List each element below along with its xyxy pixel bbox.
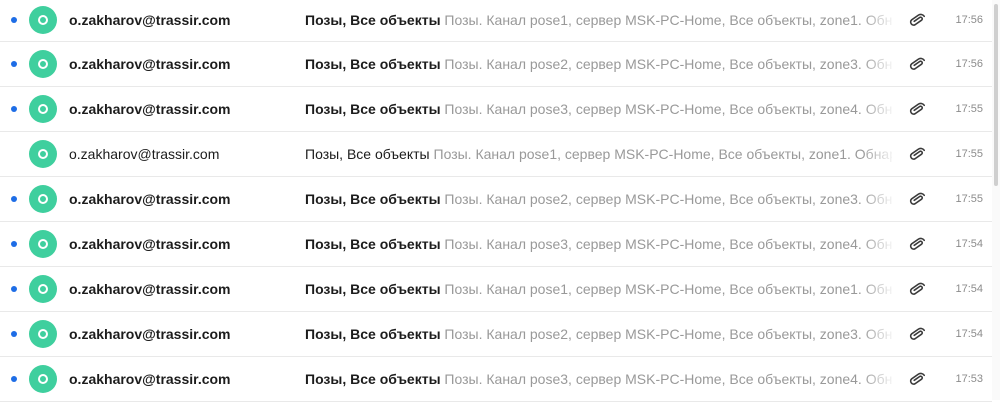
- message-snippet: Позы. Канал pose3, сервер MSK-PC-Home, В…: [444, 101, 892, 117]
- subject-line: Позы, Все объекты Позы. Канал pose3, сер…: [305, 371, 892, 387]
- avatar: [29, 320, 57, 348]
- message-row[interactable]: o.zakharov@trassir.com Позы, Все объекты…: [0, 357, 992, 402]
- unread-indicator[interactable]: [11, 196, 17, 202]
- message-snippet: Позы. Канал pose3, сервер MSK-PC-Home, В…: [444, 371, 892, 387]
- paperclip-icon: [909, 13, 925, 26]
- message-snippet: Позы. Канал pose1, сервер MSK-PC-Home, В…: [433, 146, 893, 162]
- avatar: [29, 230, 57, 258]
- snippet-fade: [862, 267, 896, 311]
- message-list: o.zakharov@trassir.com Позы, Все объекты…: [0, 0, 992, 402]
- message-row[interactable]: o.zakharov@trassir.com Позы, Все объекты…: [0, 177, 992, 222]
- message-subject: Позы, Все объекты: [305, 146, 430, 162]
- message-subject: Позы, Все объекты: [305, 11, 441, 28]
- subject-line: Позы, Все объекты Позы. Канал pose2, сер…: [305, 326, 892, 342]
- subject-line: Позы, Все объекты Позы. Канал pose2, сер…: [305, 191, 892, 207]
- paperclip-icon: [909, 192, 925, 205]
- message-time: 17:56: [955, 58, 983, 70]
- message-row[interactable]: o.zakharov@trassir.com Позы, Все объекты…: [0, 132, 992, 177]
- sender-name: o.zakharov@trassir.com: [69, 11, 231, 28]
- message-time: 17:53: [955, 373, 983, 385]
- scrollbar[interactable]: [992, 0, 1000, 400]
- sender-name: o.zakharov@trassir.com: [69, 146, 220, 162]
- avatar: [29, 95, 57, 123]
- message-subject: Позы, Все объекты: [305, 371, 441, 387]
- message-subject: Позы, Все объекты: [305, 281, 441, 297]
- paperclip-icon: [909, 327, 925, 340]
- sender-name: o.zakharov@trassir.com: [69, 236, 231, 252]
- message-subject: Позы, Все объекты: [305, 236, 441, 252]
- unread-indicator[interactable]: [11, 61, 17, 67]
- message-snippet: Позы. Канал pose2, сервер MSK-PC-Home, В…: [444, 191, 892, 207]
- unread-indicator[interactable]: [11, 286, 17, 292]
- unread-indicator[interactable]: [11, 331, 17, 337]
- message-time: 17:56: [955, 13, 983, 26]
- message-row[interactable]: o.zakharov@trassir.com Позы, Все объекты…: [0, 0, 992, 42]
- snippet-fade: [862, 87, 896, 131]
- message-snippet: Позы. Канал pose1, сервер MSK-PC-Home, В…: [444, 11, 892, 28]
- unread-indicator[interactable]: [11, 241, 17, 247]
- avatar: [29, 50, 57, 78]
- snippet-fade: [862, 357, 896, 401]
- avatar: [29, 140, 57, 168]
- sender-name: o.zakharov@trassir.com: [69, 371, 231, 387]
- message-row[interactable]: o.zakharov@trassir.com Позы, Все объекты…: [0, 312, 992, 357]
- message-time: 17:55: [955, 193, 983, 205]
- snippet-fade: [862, 222, 896, 266]
- snippet-fade: [862, 312, 896, 356]
- subject-line: Позы, Все объекты Позы. Канал pose3, сер…: [305, 236, 892, 252]
- subject-line: Позы, Все объекты Позы. Канал pose1, сер…: [305, 12, 892, 28]
- sender-name: o.zakharov@trassir.com: [69, 191, 231, 207]
- message-subject: Позы, Все объекты: [305, 191, 441, 207]
- unread-indicator[interactable]: [11, 376, 17, 382]
- unread-indicator[interactable]: [11, 16, 17, 23]
- paperclip-icon: [909, 237, 925, 250]
- avatar: [29, 365, 57, 393]
- message-row[interactable]: o.zakharov@trassir.com Позы, Все объекты…: [0, 222, 992, 267]
- scrollbar-thumb[interactable]: [994, 4, 998, 186]
- paperclip-icon: [909, 147, 925, 160]
- message-snippet: Позы. Канал pose3, сервер MSK-PC-Home, В…: [444, 236, 892, 252]
- subject-line: Позы, Все объекты Позы. Канал pose3, сер…: [305, 101, 892, 117]
- snippet-fade: [862, 0, 896, 41]
- snippet-fade: [862, 42, 896, 86]
- message-time: 17:54: [955, 283, 983, 295]
- paperclip-icon: [909, 57, 925, 70]
- message-row[interactable]: o.zakharov@trassir.com Позы, Все объекты…: [0, 42, 992, 87]
- paperclip-icon: [909, 102, 925, 115]
- message-time: 17:54: [955, 328, 983, 340]
- subject-line: Позы, Все объекты Позы. Канал pose1, сер…: [305, 281, 892, 297]
- snippet-fade: [862, 177, 896, 221]
- message-snippet: Позы. Канал pose2, сервер MSK-PC-Home, В…: [444, 326, 892, 342]
- message-row[interactable]: o.zakharov@trassir.com Позы, Все объекты…: [0, 267, 992, 312]
- avatar: [29, 185, 57, 213]
- unread-indicator[interactable]: [11, 106, 17, 112]
- subject-line: Позы, Все объекты Позы. Канал pose1, сер…: [305, 146, 892, 162]
- subject-line: Позы, Все объекты Позы. Канал pose2, сер…: [305, 56, 892, 72]
- message-subject: Позы, Все объекты: [305, 56, 441, 72]
- message-snippet: Позы. Канал pose1, сервер MSK-PC-Home, В…: [444, 281, 892, 297]
- message-subject: Позы, Все объекты: [305, 101, 441, 117]
- message-time: 17:55: [955, 103, 983, 115]
- avatar: [29, 5, 57, 34]
- paperclip-icon: [909, 282, 925, 295]
- snippet-fade: [862, 132, 896, 176]
- message-subject: Позы, Все объекты: [305, 326, 441, 342]
- avatar: [29, 275, 57, 303]
- sender-name: o.zakharov@trassir.com: [69, 281, 231, 297]
- message-time: 17:54: [955, 238, 983, 250]
- sender-name: o.zakharov@trassir.com: [69, 56, 231, 72]
- message-snippet: Позы. Канал pose2, сервер MSK-PC-Home, В…: [444, 56, 892, 72]
- message-row[interactable]: o.zakharov@trassir.com Позы, Все объекты…: [0, 87, 992, 132]
- paperclip-icon: [909, 372, 925, 385]
- message-time: 17:55: [955, 148, 983, 160]
- sender-name: o.zakharov@trassir.com: [69, 101, 231, 117]
- sender-name: o.zakharov@trassir.com: [69, 326, 231, 342]
